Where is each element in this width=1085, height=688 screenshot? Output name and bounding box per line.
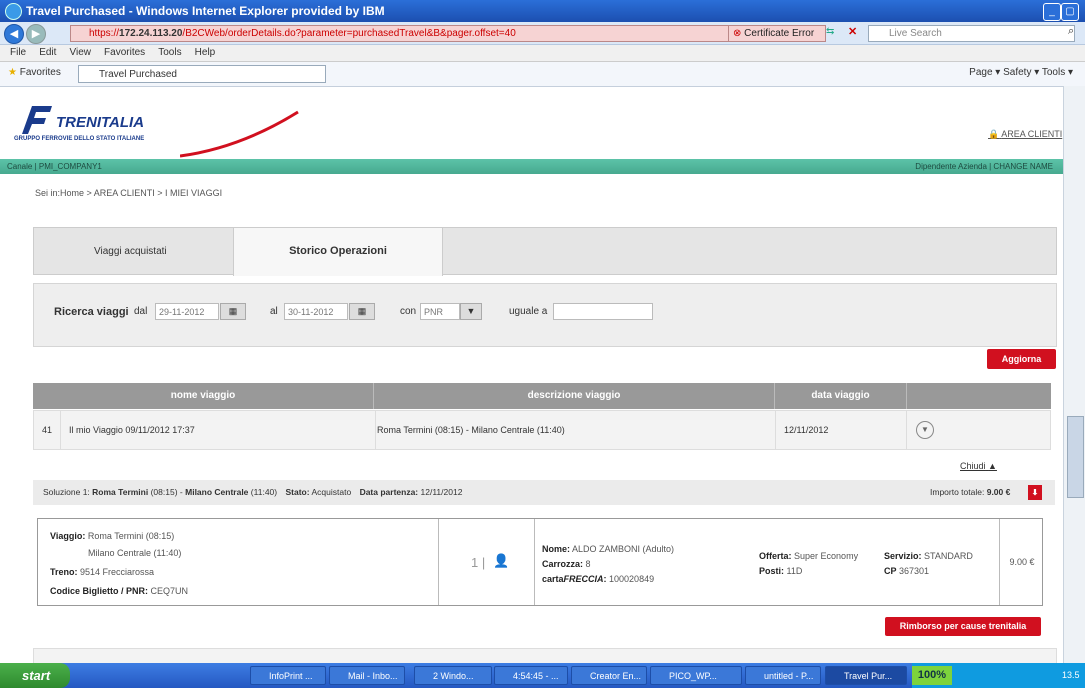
star-icon: ★ — [8, 67, 17, 78]
taskbar-item[interactable]: Mail - Inbo... — [329, 666, 405, 685]
menu-view[interactable]: View — [69, 47, 91, 58]
address-bar: ◀ ▶ https://172.24.113.20/B2CWeb/orderDe… — [0, 22, 1085, 45]
breadcrumb[interactable]: Sei in:Home > AREA CLIENTI > I MIEI VIAG… — [35, 188, 222, 198]
tabs-bar: Viaggi acquistati Storico Operazioni — [33, 227, 1057, 276]
taskbar-item[interactable]: untitled - P... — [745, 666, 821, 685]
passenger-count: 1 | 👤 — [439, 519, 535, 605]
start-button[interactable]: start — [0, 663, 70, 688]
scrollbar-thumb[interactable] — [1067, 416, 1084, 498]
row-data: 12/11/2012 — [776, 411, 907, 449]
calendar-icon[interactable]: ▦ — [220, 303, 246, 320]
con-select[interactable]: PNR — [420, 303, 460, 320]
red-swoosh — [180, 110, 299, 158]
row-nome: Il mio Viaggio 09/11/2012 17:37 — [61, 411, 376, 449]
importo-totale: Importo totale: 9.00 € — [930, 487, 1011, 497]
window-title: Travel Purchased - Windows Internet Expl… — [26, 4, 385, 18]
menu-file[interactable]: File — [10, 47, 26, 58]
passenger-info: Nome: ALDO ZAMBONI (Adulto) Carrozza: 8 … — [535, 519, 1044, 605]
tab-viaggi-acquistati[interactable]: Viaggi acquistati — [94, 246, 167, 257]
back-icon[interactable]: ◀ — [4, 24, 24, 44]
taskbar-item[interactable]: Creator En... — [571, 666, 647, 685]
canale-label: Canale | PMI_COMPANY1 — [7, 162, 102, 171]
lock-icon: 🔒 — [988, 129, 1000, 139]
minimize-button[interactable]: _ — [1043, 3, 1061, 21]
system-tray: 100% 13.5 — [912, 663, 1085, 688]
uguale-label: uguale a — [509, 306, 548, 317]
al-label: al — [270, 306, 278, 317]
triangle-up-icon: ▲ — [988, 461, 997, 471]
person-icon: 👤 — [493, 553, 510, 568]
tab-storico-operazioni[interactable]: Storico Operazioni — [233, 227, 443, 276]
clock: 13.5 — [1062, 670, 1080, 680]
search-icon[interactable]: ⌕ — [1068, 25, 1074, 38]
taskbar-item[interactable]: Travel Pur... — [825, 666, 907, 685]
title-bar: Travel Purchased - Windows Internet Expl… — [0, 0, 1085, 22]
trenitalia-logo[interactable]: TRENITALIA GRUPPO FERROVIE DELLO STATO I… — [14, 104, 174, 150]
favorites-button[interactable]: ★ Favorites — [8, 67, 61, 78]
solution-bar: Soluzione 1: Roma Termini (08:15) - Mila… — [33, 480, 1055, 505]
refresh-icon[interactable]: ⇆ — [826, 26, 834, 37]
chevron-down-icon[interactable]: ▼ — [460, 303, 482, 320]
area-clienti-link[interactable]: 🔒 AREA CLIENTI — [988, 129, 1062, 140]
aggiorna-button[interactable]: Aggiorna — [987, 349, 1056, 369]
header-data-viaggio: data viaggio — [775, 383, 907, 409]
maximize-button[interactable]: ▢ — [1061, 3, 1079, 21]
certificate-error-button[interactable]: ⊗ Certificate Error — [728, 25, 826, 42]
table-row[interactable]: 41 Il mio Viaggio 09/11/2012 17:37 Roma … — [33, 410, 1051, 450]
fs-logo-icon — [22, 106, 52, 134]
con-label: con — [400, 306, 417, 317]
ie-icon — [5, 3, 22, 20]
menu-help[interactable]: Help — [195, 47, 216, 58]
forward-icon[interactable]: ▶ — [26, 24, 46, 44]
search-panel: Ricerca viaggi dal 29-11-2012 ▦ al 30-11… — [33, 283, 1057, 347]
al-date-input[interactable]: 30-11-2012 — [284, 303, 348, 320]
table-row[interactable] — [33, 648, 1057, 663]
partenza-value: 12/11/2012 — [420, 487, 463, 497]
user-info-bar: Canale | PMI_COMPANY1 Dipendente Azienda… — [0, 159, 1063, 174]
zoom-level[interactable]: 100% — [912, 666, 952, 685]
command-bar[interactable]: Page ▾ Safety ▾ Tools ▾ — [969, 67, 1073, 78]
stato-value: Acquistato — [311, 487, 352, 497]
browser-tab[interactable]: Travel Purchased — [78, 65, 326, 83]
search-label: Ricerca viaggi — [54, 306, 129, 318]
ticket-card: Viaggio: Roma Termini (08:15) Milano Cen… — [37, 518, 1043, 606]
dal-label: dal — [134, 306, 148, 317]
menu-favorites[interactable]: Favorites — [104, 47, 145, 58]
expand-icon[interactable]: ▼ — [916, 421, 934, 439]
url-input[interactable]: https://172.24.113.20/B2CWeb/orderDetail… — [70, 25, 740, 42]
table-header: nome viaggio descrizione viaggio data vi… — [33, 383, 1051, 409]
favorites-bar: ★ Favorites Travel Purchased Page ▾ Safe… — [0, 62, 1085, 87]
pdf-icon[interactable]: ⬇ — [1028, 485, 1042, 500]
menu-tools[interactable]: Tools — [158, 47, 181, 58]
taskbar: start InfoPrint ... Mail - Inbo... 2 Win… — [0, 663, 1085, 688]
header-descrizione-viaggio: descrizione viaggio — [374, 383, 775, 409]
taskbar-item[interactable]: PICO_WP... — [650, 666, 742, 685]
trip-info: Viaggio: Roma Termini (08:15) Milano Cen… — [38, 519, 439, 605]
taskbar-item[interactable]: InfoPrint ... — [250, 666, 326, 685]
calendar-icon[interactable]: ▦ — [349, 303, 375, 320]
rimborso-button[interactable]: Rimborso per cause trenitalia — [885, 617, 1041, 636]
menu-edit[interactable]: Edit — [39, 47, 56, 58]
dipendente-label[interactable]: Dipendente Azienda | CHANGE NAME — [915, 159, 1053, 174]
row-descrizione: Roma Termini (08:15) - Milano Centrale (… — [375, 411, 776, 449]
ticket-price: 9.00 € — [999, 519, 1044, 605]
vertical-scrollbar[interactable] — [1063, 86, 1085, 663]
row-id: 41 — [34, 411, 61, 449]
stop-icon[interactable]: ✕ — [848, 25, 857, 38]
live-search-input[interactable]: Live Search — [868, 25, 1075, 42]
dal-date-input[interactable]: 29-11-2012 — [155, 303, 219, 320]
chiudi-link[interactable]: Chiudi ▲ — [960, 461, 997, 471]
header-nome-viaggio: nome viaggio — [33, 383, 374, 409]
taskbar-item[interactable]: 2 Windo... — [414, 666, 492, 685]
uguale-input[interactable] — [553, 303, 653, 320]
taskbar-item[interactable]: 4:54:45 - ... — [494, 666, 568, 685]
menu-bar: File Edit View Favorites Tools Help — [0, 45, 1085, 62]
